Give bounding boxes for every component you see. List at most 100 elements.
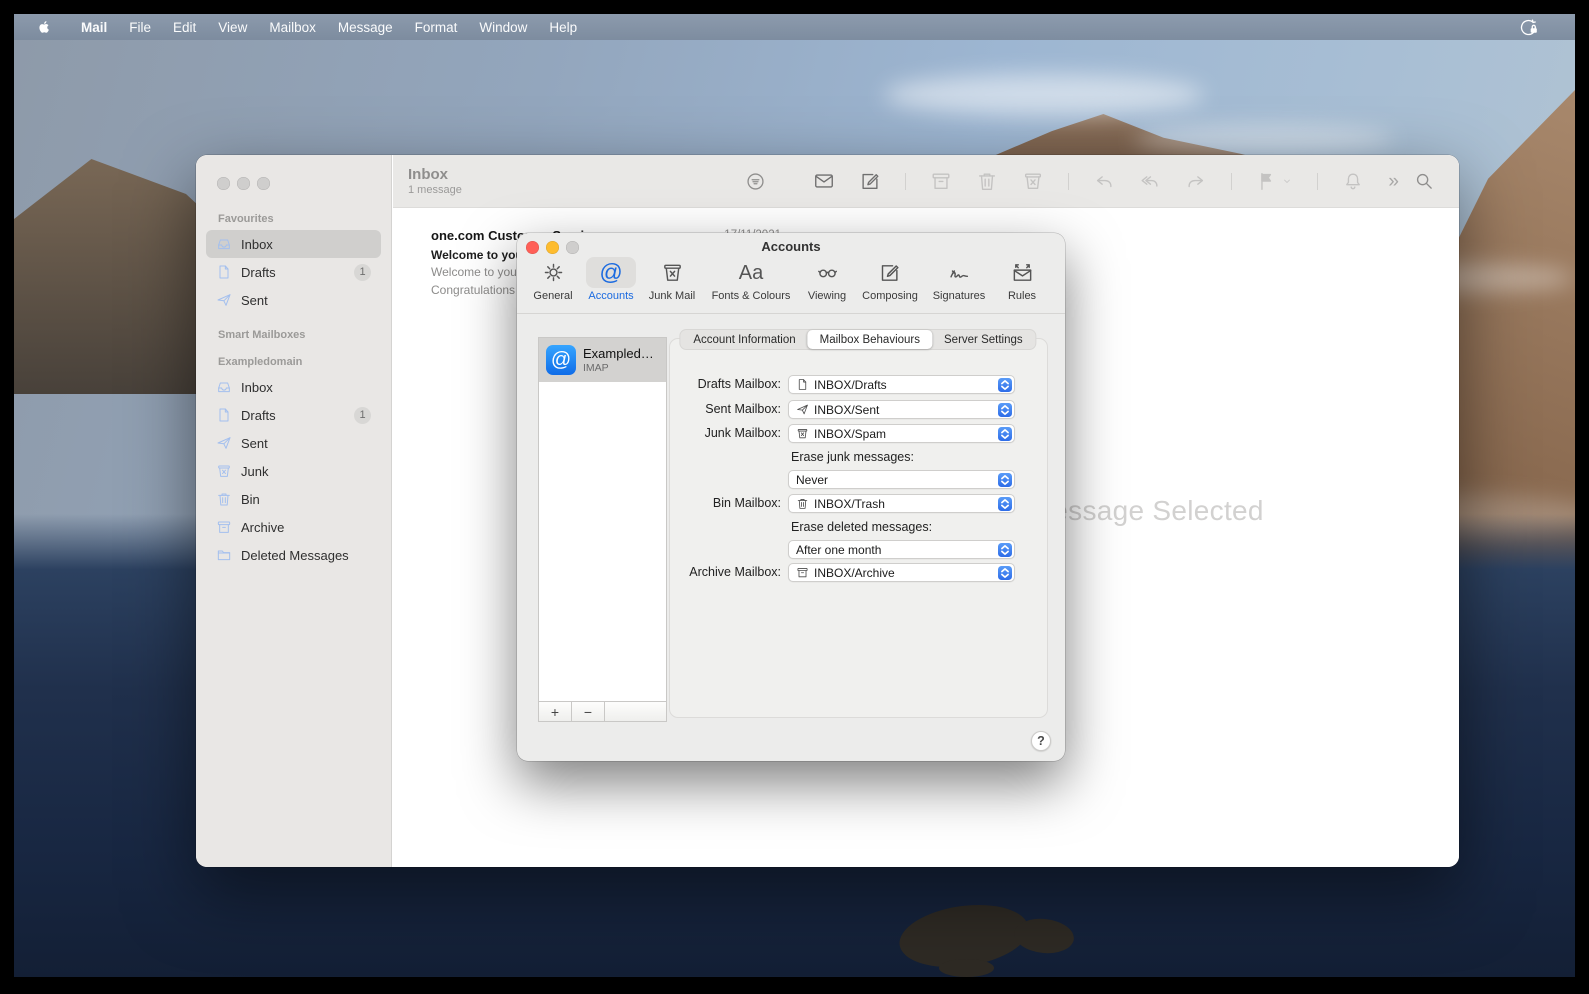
sidebar-item-inbox-favourites[interactable]: Inbox [206,230,381,258]
junk-icon [796,427,809,440]
preferences-toolbar: General @ Accounts Junk Mail Aa Fonts & … [517,255,1065,311]
prefs-tab-fonts-colours[interactable]: Aa Fonts & Colours [711,257,791,303]
toolbar-divider [905,172,906,190]
sidebar-item-sent-account[interactable]: Sent [206,429,381,457]
remove-account-button[interactable]: − [572,702,605,721]
prefs-tab-label: Fonts & Colours [711,290,791,302]
sidebar-item-label: Drafts [241,407,276,423]
prefs-tab-accounts[interactable]: @ Accounts [586,257,636,302]
menu-item-help[interactable]: Help [538,14,588,40]
prefs-tab-label: Composing [862,290,918,302]
stepper-icon [998,496,1012,511]
menu-item-file[interactable]: File [118,14,162,40]
archive-icon [796,566,809,579]
minimize-window-button[interactable] [237,177,250,190]
erase-junk-select[interactable]: Never [788,470,1015,489]
stepper-icon [998,402,1012,417]
menu-item-mail[interactable]: Mail [70,14,118,40]
delete-icon[interactable] [976,170,998,192]
prefs-tab-general[interactable]: General [528,257,578,302]
rules-icon [1011,261,1034,284]
prefs-tab-rules[interactable]: Rules [997,257,1047,302]
sidebar-item-label: Junk [241,463,269,479]
apple-menu-icon[interactable] [37,18,52,36]
sent-mailbox-select[interactable]: INBOX/Sent [788,400,1015,419]
archive-mailbox-select[interactable]: INBOX/Archive [788,563,1015,582]
drafts-mailbox-select[interactable]: INBOX/Drafts [788,375,1015,394]
select-value: After one month [796,542,882,557]
sidebar-item-drafts-favourites[interactable]: Drafts 1 [206,258,381,286]
fonts-icon: Aa [738,261,764,284]
reply-icon[interactable] [1093,170,1115,192]
mail-sidebar: Favourites Inbox Drafts 1 Sent Smart Mai… [196,155,392,867]
trash-icon [796,497,809,510]
mail-toolbar: » [789,155,1459,208]
search-icon[interactable] [1413,170,1435,192]
rotation-lock-menu-icon[interactable] [1518,17,1539,38]
account-name: Exampled… [583,346,654,361]
stepper-icon [998,472,1012,487]
erase-deleted-select[interactable]: After one month [788,540,1015,559]
reply-all-icon[interactable] [1139,170,1161,192]
help-button[interactable]: ? [1031,731,1051,751]
sidebar-item-deleted-messages[interactable]: Deleted Messages [206,541,381,569]
bin-mailbox-label: Bin Mailbox: [712,496,781,510]
prefs-tab-viewing[interactable]: Viewing [802,257,852,302]
draft-icon [796,378,809,391]
signature-icon [948,261,971,284]
tab-account-information[interactable]: Account Information [681,331,807,348]
select-value: INBOX/Trash [814,496,885,511]
get-mail-icon[interactable] [813,170,835,192]
close-window-button[interactable] [217,177,230,190]
mute-icon[interactable] [1342,170,1364,192]
prefs-tab-signatures[interactable]: Signatures [933,257,985,302]
prefs-tab-junk-mail[interactable]: Junk Mail [647,257,697,302]
forward-icon[interactable] [1185,170,1207,192]
menu-bar: Mail File Edit View Mailbox Message Form… [14,14,1575,40]
zoom-window-button[interactable] [257,177,270,190]
add-account-button[interactable]: + [539,702,572,721]
erase-deleted-label: Erase deleted messages: [791,520,933,534]
prefs-tab-label: Rules [1007,290,1037,302]
stepper-icon [998,377,1012,392]
prefs-tab-label: Junk Mail [648,290,696,302]
sidebar-item-drafts-account[interactable]: Drafts 1 [206,401,381,429]
inbox-icon [216,379,232,395]
sidebar-item-label: Drafts [241,264,276,280]
bin-mailbox-select[interactable]: INBOX/Trash [788,494,1015,513]
junk-icon[interactable] [1022,170,1044,192]
menu-item-window[interactable]: Window [468,14,538,40]
account-type: IMAP [583,362,609,374]
menu-item-edit[interactable]: Edit [162,14,207,40]
menu-item-view[interactable]: View [207,14,258,40]
at-icon: @ [599,259,623,285]
sidebar-item-archive[interactable]: Archive [206,513,381,541]
menu-item-message[interactable]: Message [327,14,404,40]
archive-icon[interactable] [930,170,952,192]
prefs-tab-composing[interactable]: Composing [862,257,918,302]
drafts-count-badge: 1 [354,263,371,281]
trash-icon [216,491,232,507]
menu-item-format[interactable]: Format [404,14,469,40]
archive-mailbox-label: Archive Mailbox: [689,565,781,579]
tab-mailbox-behaviours[interactable]: Mailbox Behaviours [807,330,933,349]
sidebar-item-inbox-account[interactable]: Inbox [206,373,381,401]
sidebar-item-sent-favourites[interactable]: Sent [206,286,381,314]
stepper-icon [998,542,1012,557]
sidebar-item-label: Inbox [241,236,273,252]
sidebar-item-label: Archive [241,519,285,535]
compose-icon[interactable] [859,170,881,192]
sidebar-item-bin[interactable]: Bin [206,485,381,513]
select-value: INBOX/Drafts [814,377,887,392]
flag-icon[interactable] [1256,170,1278,192]
glasses-icon [816,261,839,284]
wallpaper-rock [939,959,994,977]
toolbar-overflow-icon[interactable]: » [1388,172,1399,191]
chevron-down-icon[interactable] [1281,175,1293,187]
sidebar-item-junk[interactable]: Junk [206,457,381,485]
filter-icon[interactable] [745,171,766,192]
tab-server-settings[interactable]: Server Settings [932,331,1035,348]
compose-icon [878,261,901,284]
junk-mailbox-select[interactable]: INBOX/Spam [788,424,1015,443]
menu-item-mailbox[interactable]: Mailbox [258,14,327,40]
